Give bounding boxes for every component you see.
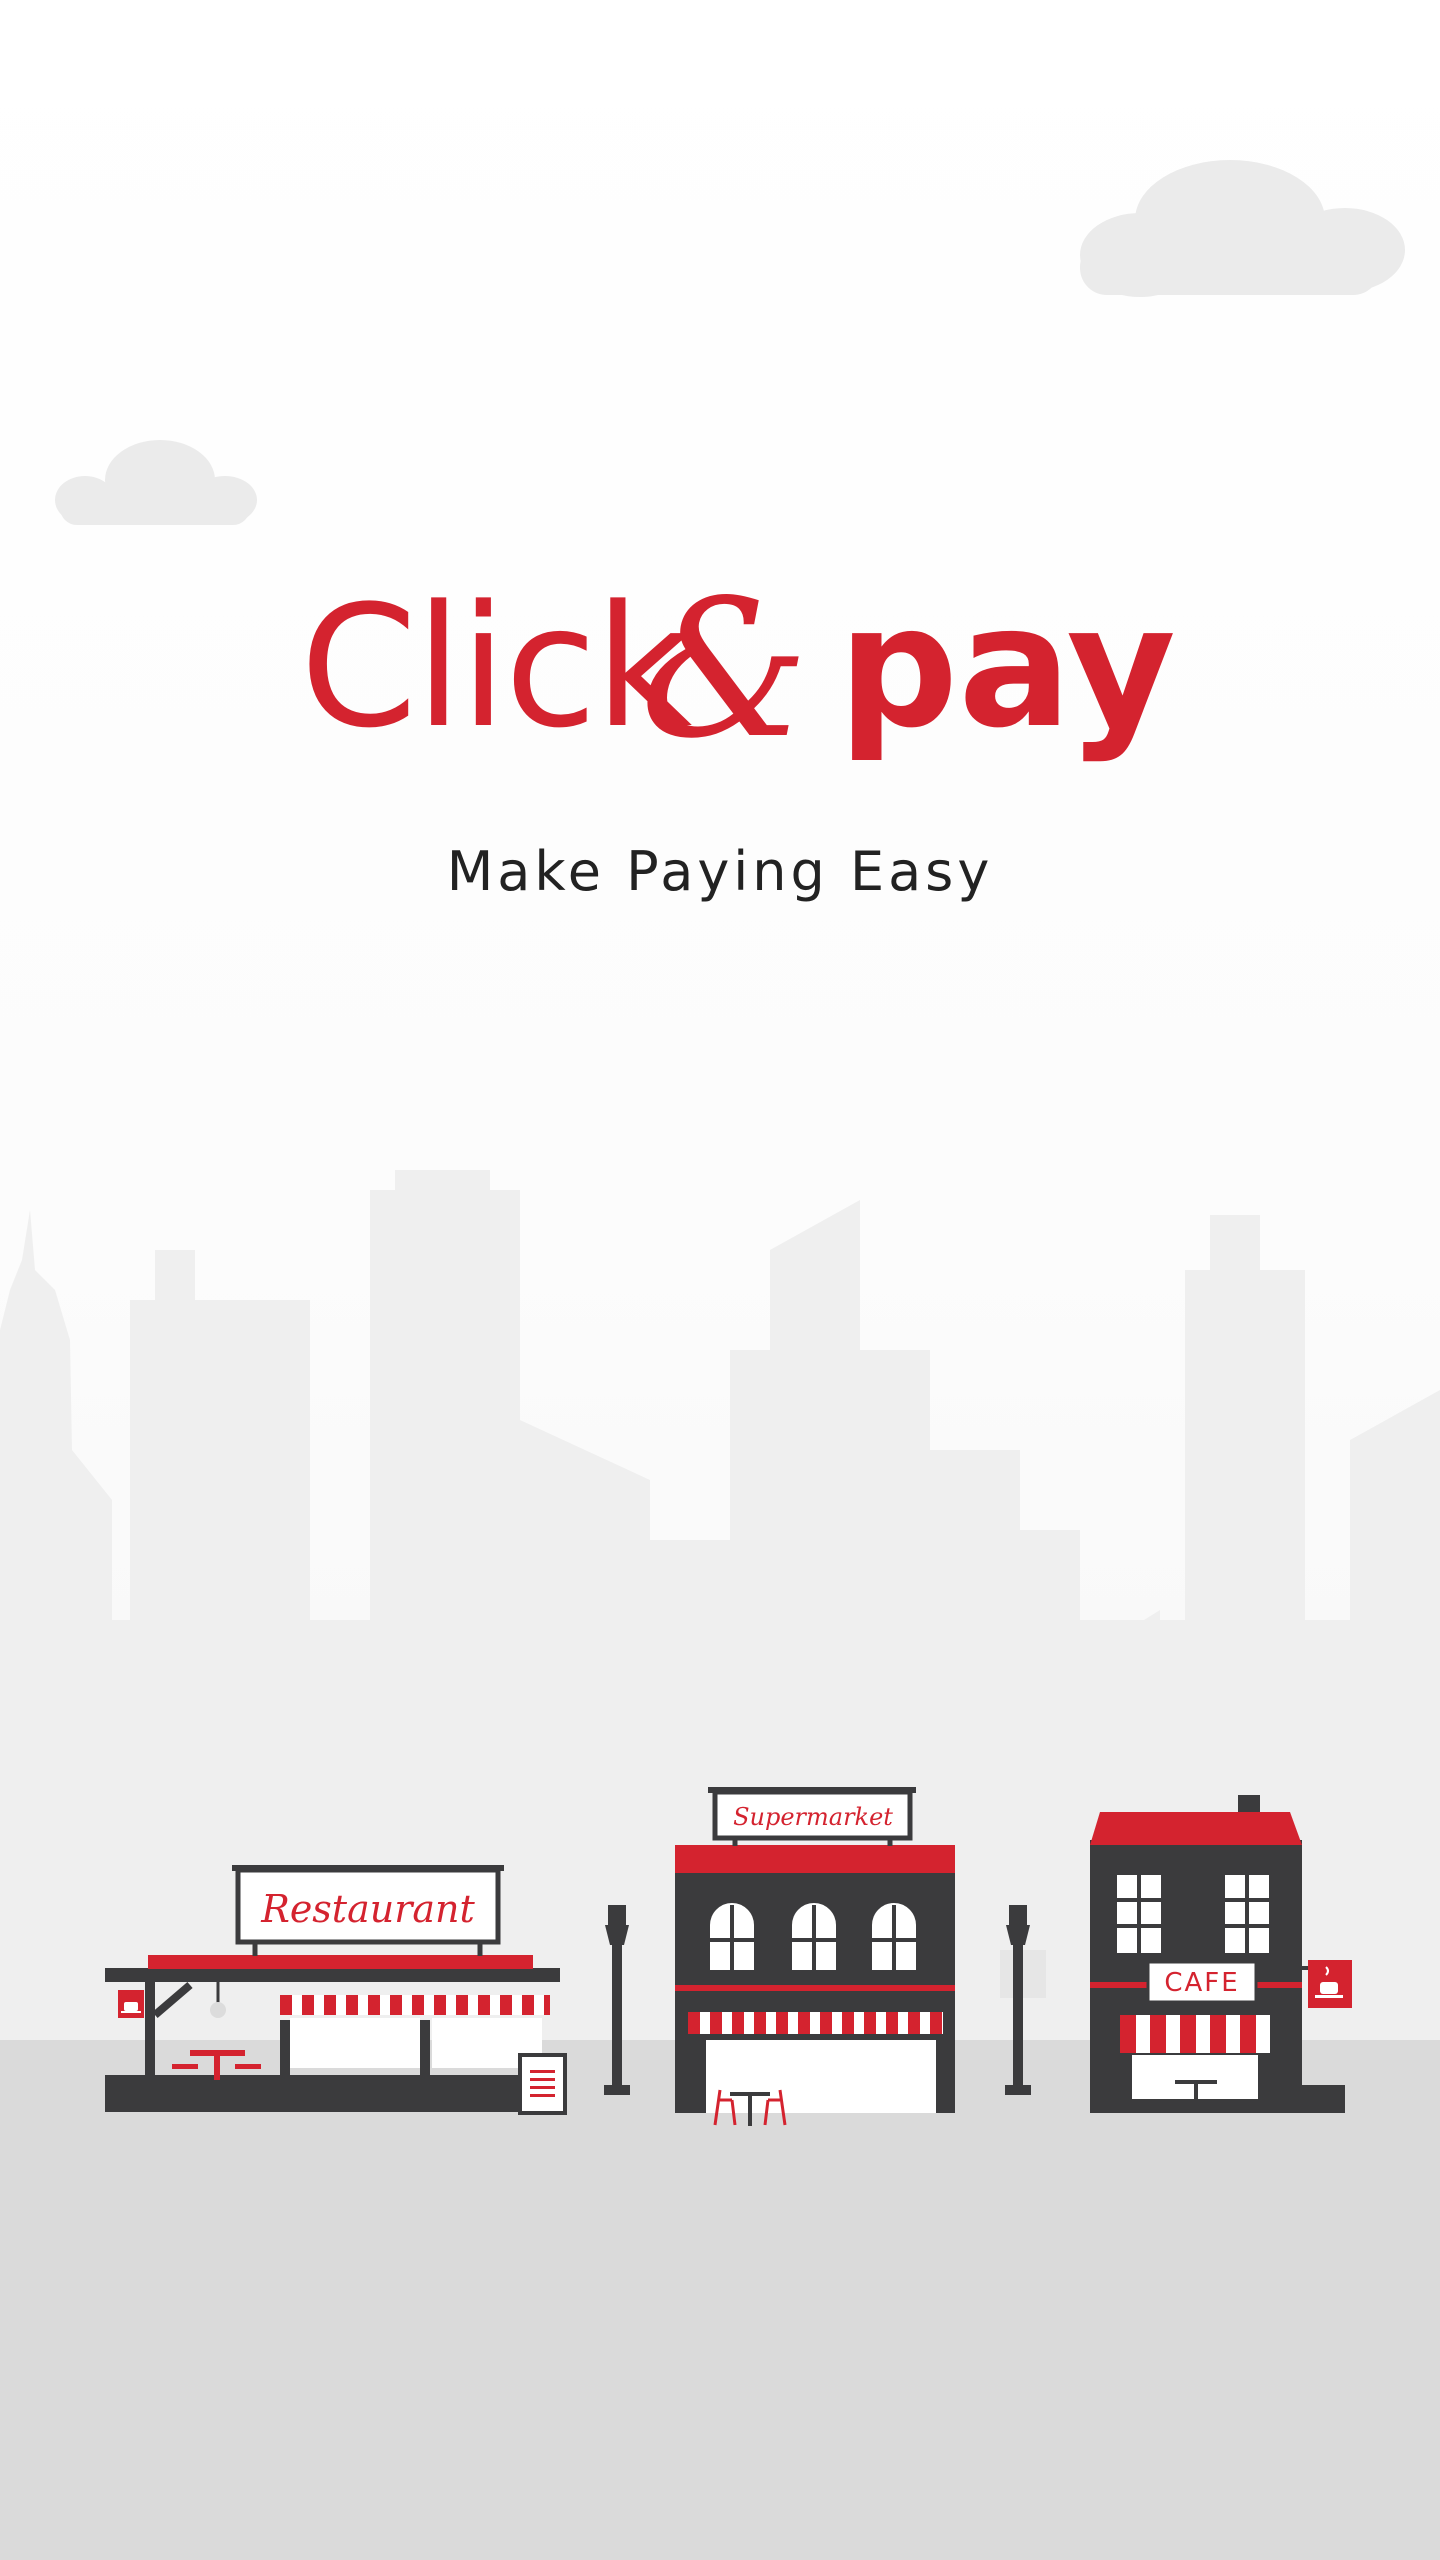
logo-word-click: Click bbox=[300, 569, 692, 765]
cafe-sign-text: CAFE bbox=[1164, 1968, 1239, 1998]
logo-word-pay: pay bbox=[838, 569, 1176, 765]
cloud-icon bbox=[55, 440, 257, 525]
brand-logo: Click & pay bbox=[300, 559, 1176, 780]
restaurant-sign-text: Restaurant bbox=[260, 1887, 475, 1931]
city-scene: Restaurant Supermarket CAFE bbox=[0, 160, 1440, 2126]
tagline: Make Paying Easy bbox=[446, 840, 994, 903]
supermarket-sign-text: Supermarket bbox=[733, 1803, 893, 1831]
cloud-icon bbox=[1080, 160, 1405, 297]
logo-ampersand: & bbox=[640, 559, 809, 780]
